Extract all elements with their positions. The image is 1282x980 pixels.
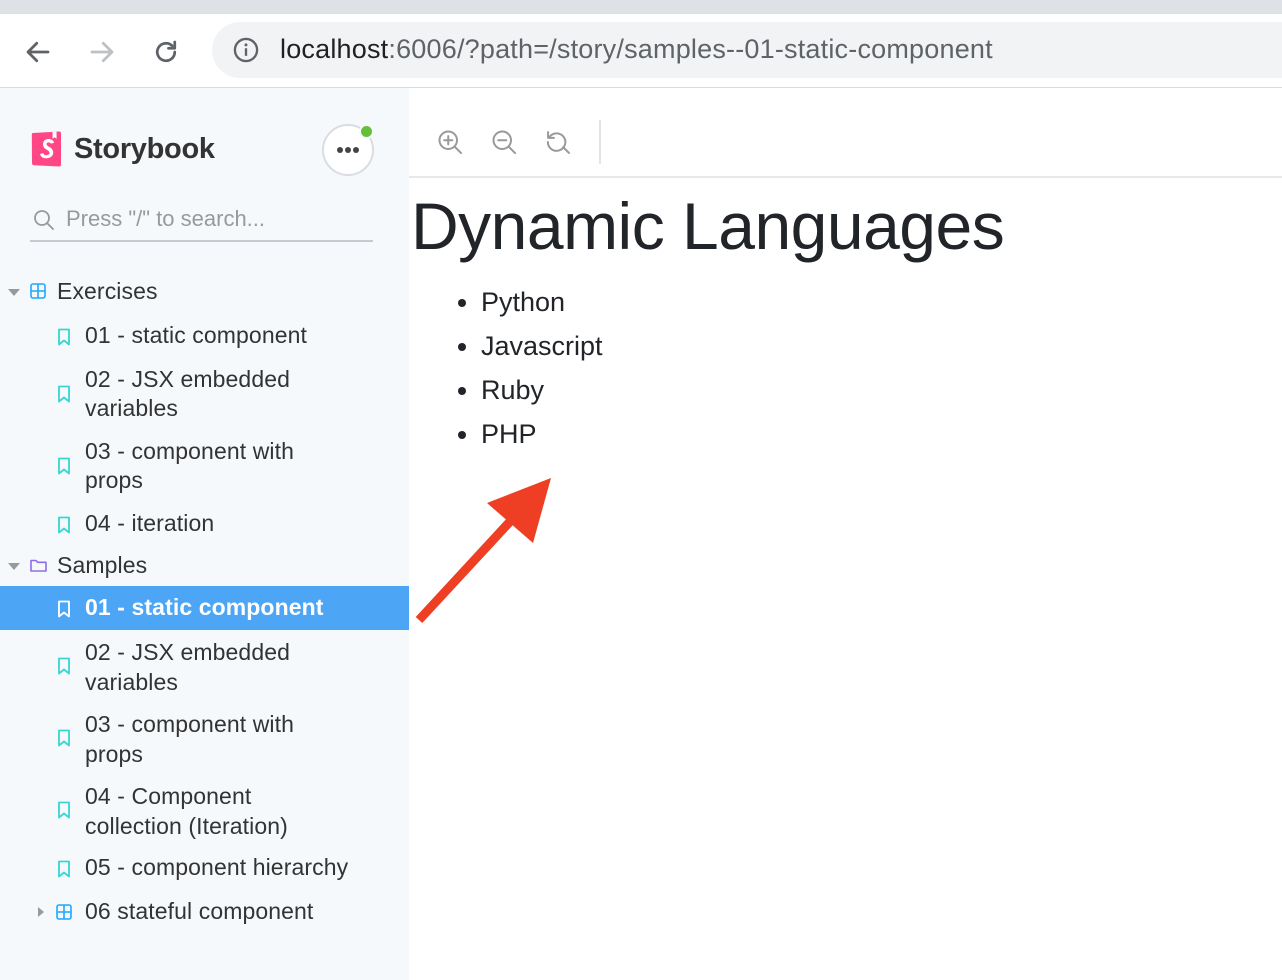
tree-label: 03 - component with props	[85, 438, 295, 493]
tree-story-samples-04[interactable]: 04 - Component collection (Iteration)	[0, 780, 409, 840]
tab-strip	[0, 0, 1282, 14]
storybook-icon	[31, 131, 61, 167]
tree-label: 02 - JSX embedded variables	[85, 366, 290, 421]
zoom-out-button[interactable]	[486, 124, 522, 160]
bookmark-icon	[57, 729, 71, 747]
bookmark-icon	[57, 328, 71, 346]
tree-label: 06 stateful component	[85, 898, 314, 924]
bookmark-icon	[57, 657, 71, 675]
tree-story-samples-02[interactable]: 02 - JSX embedded variables	[0, 636, 409, 696]
tree-story-samples-05[interactable]: 05 - component hierarchy	[0, 852, 409, 884]
browser-toolbar: localhost:6006/?path=/story/samples--01-…	[0, 14, 1282, 88]
url-text: localhost:6006/?path=/story/samples--01-…	[280, 34, 993, 65]
search-icon	[34, 210, 54, 230]
search-input[interactable]	[66, 200, 366, 238]
bookmark-icon	[57, 457, 71, 475]
ellipsis-icon	[337, 147, 359, 153]
tree-label: 01 - static component	[85, 322, 307, 348]
forward-button[interactable]	[82, 32, 122, 72]
tree-label: Exercises	[57, 278, 158, 304]
caret-down-icon	[8, 563, 20, 570]
storybook-logo[interactable]: Storybook	[30, 130, 215, 168]
language-list: Python Javascript Ruby PHP	[481, 284, 603, 460]
folder-icon	[30, 558, 47, 572]
arrow-right-icon	[90, 41, 114, 63]
bookmark-icon	[57, 801, 71, 819]
preview-heading: Dynamic Languages	[411, 189, 1005, 263]
sidebar: Storybook Exercises 01 - static componen…	[0, 88, 409, 980]
bookmark-icon	[57, 860, 71, 878]
tree-label: 01 - static component	[85, 594, 324, 620]
zoom-reset-icon	[546, 131, 570, 154]
sidebar-menu-button[interactable]	[322, 124, 374, 176]
bookmark-icon	[57, 600, 71, 618]
annotation-arrow-icon	[415, 478, 551, 624]
bookmark-icon	[57, 385, 71, 403]
preview-toolbar	[409, 106, 1282, 178]
sidebar-search	[30, 200, 373, 242]
address-bar[interactable]: localhost:6006/?path=/story/samples--01-…	[212, 22, 1282, 78]
tree-group-exercises[interactable]: Exercises	[0, 276, 409, 308]
tree-story-exercises-04[interactable]: 04 - iteration	[0, 508, 409, 540]
url-host: localhost	[280, 34, 389, 64]
list-item: Javascript	[481, 328, 603, 372]
tree-story-exercises-03[interactable]: 03 - component with props	[0, 436, 409, 496]
list-item: Ruby	[481, 372, 603, 416]
tree-story-samples-01-selected[interactable]: 01 - static component	[0, 586, 409, 630]
component-icon	[56, 904, 72, 920]
caret-down-icon	[8, 289, 20, 296]
tree-group-samples-06[interactable]: 06 stateful component	[0, 896, 409, 928]
tree-story-samples-03[interactable]: 03 - component with props	[0, 708, 409, 768]
zoom-in-button[interactable]	[432, 124, 468, 160]
tree-story-exercises-01[interactable]: 01 - static component	[0, 320, 409, 352]
url-path: :6006/?path=/story/samples--01-static-co…	[388, 34, 993, 64]
tree-label: 04 - iteration	[85, 510, 215, 536]
tree-folder-samples[interactable]: Samples	[0, 550, 409, 582]
info-icon[interactable]	[232, 36, 260, 69]
reload-icon	[155, 40, 177, 63]
list-item: Python	[481, 284, 603, 328]
brand-name: Storybook	[74, 132, 215, 165]
arrow-left-icon	[26, 41, 50, 63]
tree-story-exercises-02[interactable]: 02 - JSX embedded variables	[0, 364, 409, 424]
list-item: PHP	[481, 416, 603, 460]
zoom-reset-button[interactable]	[540, 124, 576, 160]
zoom-out-icon	[492, 130, 517, 155]
component-icon	[30, 283, 46, 299]
caret-right-icon	[38, 907, 44, 917]
tree-label: Samples	[57, 552, 148, 578]
reload-button[interactable]	[146, 32, 186, 72]
back-button[interactable]	[18, 32, 58, 72]
tree-label: 03 - component with props	[85, 711, 295, 767]
zoom-in-icon	[438, 130, 463, 155]
notification-dot	[359, 124, 374, 139]
tree-label: 04 - Component collection (Iteration)	[85, 783, 288, 839]
bookmark-icon	[57, 516, 71, 534]
toolbar-divider	[599, 120, 601, 164]
tree-label: 05 - component hierarchy	[85, 854, 349, 880]
tree-label: 02 - JSX embedded variables	[85, 639, 290, 695]
